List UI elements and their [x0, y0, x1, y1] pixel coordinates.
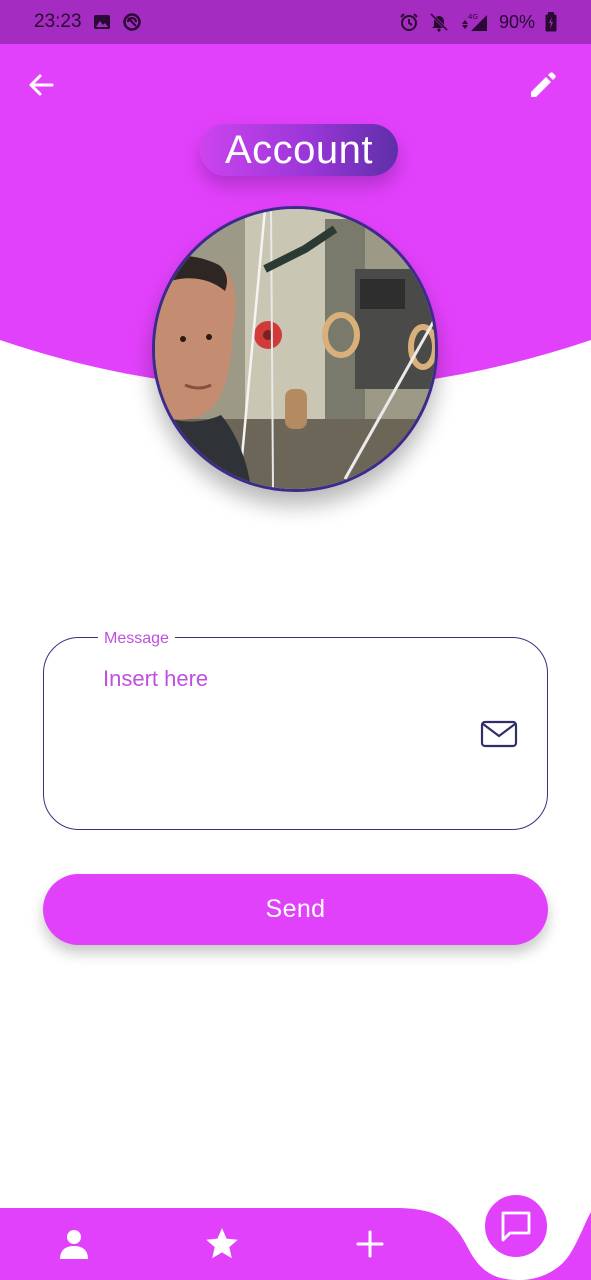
status-right: 4G 90%: [399, 12, 557, 33]
page-title: Account: [200, 124, 398, 176]
svg-text:4G: 4G: [468, 13, 478, 21]
arrow-left-icon: [29, 74, 54, 96]
status-left: 23:23: [34, 11, 142, 33]
send-button[interactable]: Send: [43, 874, 548, 945]
chat-icon: [501, 1211, 531, 1242]
mail-icon: [480, 720, 518, 748]
status-time: 23:23: [34, 11, 82, 32]
alarm-icon: [399, 12, 419, 32]
back-button[interactable]: [22, 66, 60, 104]
person-icon: [60, 1230, 88, 1259]
message-input[interactable]: [103, 663, 463, 695]
nav-add[interactable]: [348, 1224, 392, 1264]
battery-percent: 90%: [498, 11, 535, 32]
signal-icon: 4G: [459, 12, 489, 32]
plus-icon: [356, 1230, 384, 1258]
edit-button[interactable]: [522, 66, 562, 106]
image-icon: [92, 12, 112, 32]
nav-favorites[interactable]: [200, 1222, 244, 1266]
star-icon: [206, 1228, 238, 1259]
notifications-off-icon: [429, 12, 449, 32]
nav-profile[interactable]: [52, 1224, 96, 1264]
pencil-icon: [531, 72, 556, 97]
sync-icon: [122, 12, 142, 32]
avatar: [152, 206, 438, 492]
chat-fab[interactable]: [482, 1192, 550, 1260]
status-bar: 23:23 4G 90%: [0, 0, 591, 44]
profile-photo: [155, 209, 435, 489]
message-label: Message: [98, 630, 175, 648]
battery-icon: [545, 12, 557, 32]
